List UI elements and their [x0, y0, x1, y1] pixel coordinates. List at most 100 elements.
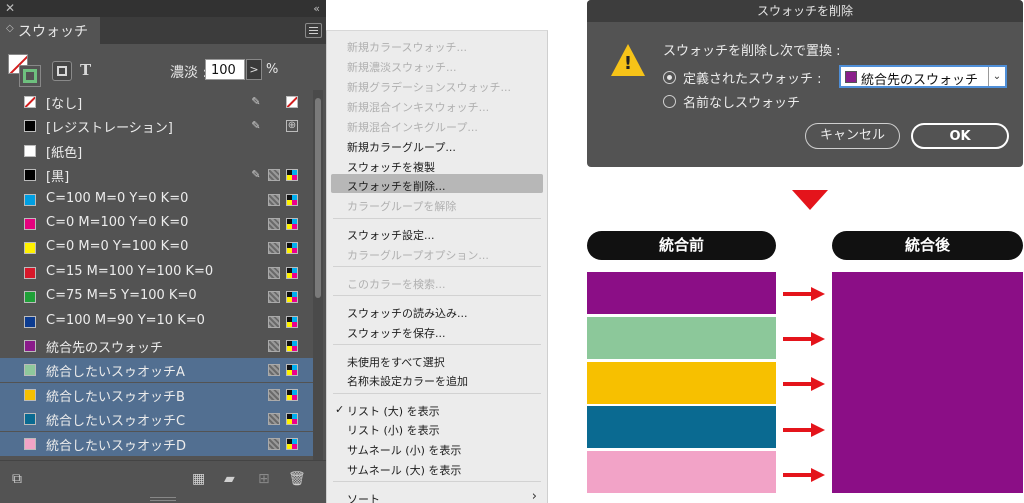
swatch-chip — [24, 291, 36, 304]
submenu-arrow-icon: › — [531, 489, 537, 503]
radio-unnamed-swatch[interactable] — [663, 95, 676, 108]
close-icon[interactable]: ✕ — [5, 0, 15, 17]
swatch-chip — [24, 364, 36, 377]
menu-item[interactable]: スウォッチの読み込み... — [347, 305, 468, 321]
down-arrow-icon — [792, 190, 828, 210]
dialog-title: スウォッチを削除 — [587, 0, 1023, 22]
menu-item[interactable]: スウォッチ設定... — [347, 227, 435, 243]
cmyk-icon — [286, 193, 298, 206]
menu-separator — [333, 266, 541, 267]
menu-item[interactable]: スウォッチを削除... — [347, 178, 446, 194]
menu-item: 新規濃淡スウォッチ... — [347, 61, 457, 74]
swatch-row[interactable]: [なし] ✎ — [0, 90, 313, 114]
swatch-name: C=100 M=0 Y=0 K=0 — [46, 190, 189, 206]
after-label: 統合後 — [832, 231, 1023, 260]
swatch-chip — [24, 144, 36, 157]
tint-stepper-button[interactable]: > — [246, 59, 262, 80]
trash-icon[interactable]: 🗑 — [288, 471, 306, 487]
fill-stroke-widget[interactable] — [8, 54, 42, 87]
ok-button[interactable]: OK — [911, 123, 1009, 149]
menu-item[interactable]: 未使用をすべて選択 — [347, 354, 445, 370]
panel-menu-button[interactable] — [305, 23, 322, 38]
swatch-row[interactable]: 統合したいスゥオッチC — [0, 407, 313, 432]
before-swatch-bar — [587, 316, 776, 359]
resize-grip[interactable] — [150, 497, 176, 501]
radio-defined-swatch-label[interactable]: 定義されたスウォッチ : — [683, 68, 822, 87]
menu-item: 新規カラースウォッチ... — [347, 41, 467, 54]
swatch-row[interactable]: C=100 M=0 Y=0 K=0 — [0, 188, 313, 212]
scrollbar-thumb[interactable] — [315, 98, 321, 298]
swatch-chip — [24, 242, 36, 255]
new-color-group-icon[interactable]: ▰ — [224, 471, 235, 487]
swatch-row[interactable]: C=15 M=100 Y=100 K=0 — [0, 261, 313, 285]
color-mode-icon — [268, 413, 280, 426]
tint-unit: % — [266, 62, 279, 77]
dialog-heading: スウォッチを削除し次で置換 : — [663, 44, 841, 59]
swatch-toolbar: T 濃淡 : 100 > % — [0, 48, 326, 90]
swatch-view-icon[interactable]: ▦ — [192, 471, 205, 487]
swatch-row[interactable]: 統合したいスゥオッチD — [0, 431, 313, 456]
swatch-chip — [24, 266, 36, 279]
swatch-name: C=0 M=0 Y=100 K=0 — [46, 239, 189, 255]
panel-tab-row: ◇ スウォッチ — [0, 17, 326, 44]
menu-item[interactable]: 名称未設定カラーを追加 — [347, 373, 468, 389]
swatch-name: [レジストレーション] — [46, 121, 173, 137]
menu-item[interactable]: サムネール (小) を表示 — [347, 442, 461, 458]
delete-swatch-dialog: スウォッチを削除 ! スウォッチを削除し次で置換 : 定義されたスウォッチ : … — [587, 0, 1023, 167]
color-mode-icon — [268, 218, 280, 230]
cancel-button[interactable]: キャンセル — [805, 123, 900, 149]
menu-item[interactable]: スウォッチを複製 — [347, 159, 435, 175]
panel-title-bar: ✕ « — [0, 0, 326, 17]
menu-item[interactable]: スウォッチを保存... — [347, 325, 446, 341]
swatch-name: 統合したいスゥオッチB — [46, 389, 185, 405]
menu-item[interactable]: リスト (小) を表示 — [347, 422, 440, 438]
radio-unnamed-swatch-label[interactable]: 名前なしスウォッチ — [683, 92, 800, 111]
color-mode-icon — [268, 242, 280, 255]
menu-separator — [333, 393, 541, 394]
menu-item: 新規グラデーションスウォッチ... — [347, 81, 512, 94]
swatch-row[interactable]: C=0 M=0 Y=100 K=0 — [0, 236, 313, 260]
color-mode-icon — [268, 315, 280, 328]
new-swatch-icon[interactable]: ⊞ — [258, 471, 270, 487]
swatch-row[interactable]: [レジストレーション] ✎ ⊕ — [0, 114, 313, 138]
swatch-name: [なし] — [46, 97, 83, 112]
swatch-chip — [24, 120, 36, 133]
tint-input[interactable]: 100 — [205, 59, 245, 80]
tab-swatches[interactable]: ◇ スウォッチ — [0, 17, 100, 44]
swatch-row[interactable]: 統合先のスウォッチ — [0, 334, 313, 358]
cmyk-icon — [286, 291, 298, 304]
menu-item[interactable]: サムネール (大) を表示 — [347, 462, 461, 478]
menu-separator — [333, 295, 541, 296]
collapse-icon[interactable]: « — [313, 0, 320, 17]
menu-item[interactable]: ソート — [347, 491, 380, 503]
color-mode-icon — [268, 340, 280, 352]
before-swatch-bar — [587, 451, 776, 494]
swatch-name: 統合したいスゥオッチD — [46, 438, 187, 454]
radio-defined-swatch[interactable] — [663, 71, 676, 84]
lock-icon: ✎ — [251, 95, 261, 108]
swatch-row[interactable]: [紙色] — [0, 139, 313, 163]
show-kinds-icon[interactable]: ⧉ — [12, 471, 22, 487]
swatch-row[interactable]: 統合したいスゥオッチA — [0, 358, 313, 383]
stroke-swatch-icon[interactable] — [19, 65, 41, 87]
swatch-list: [なし] ✎ [レジストレーション] ✎ ⊕ [紙色] [黒] ✎ C=100 M=0 Y=0 … — [0, 90, 313, 460]
swatch-row[interactable]: C=75 M=5 Y=100 K=0 — [0, 285, 313, 309]
menu-item[interactable]: 新規カラーグループ... — [347, 139, 456, 155]
swatch-list-scrollbar[interactable] — [313, 90, 323, 460]
chevron-down-icon[interactable]: ⌄ — [988, 67, 1005, 86]
registration-icon: ⊕ — [286, 120, 298, 133]
replacement-swatch-select[interactable]: 統合先のスウォッチ ⌄ — [839, 65, 1007, 88]
swatch-row[interactable]: C=0 M=100 Y=0 K=0 — [0, 212, 313, 236]
text-format-button[interactable]: T — [80, 61, 91, 79]
swatch-name: 統合先のスウォッチ — [46, 341, 164, 356]
container-format-button[interactable] — [52, 61, 72, 81]
swatch-row[interactable]: C=100 M=90 Y=10 K=0 — [0, 310, 313, 334]
color-mode-icon — [268, 364, 280, 377]
selected-swatch-chip — [845, 71, 857, 83]
cmyk-icon — [286, 315, 298, 328]
swatch-row[interactable]: [黒] ✎ — [0, 163, 313, 187]
swatch-row[interactable]: 統合したいスゥオッチB — [0, 382, 313, 407]
menu-item: 新規混合インキスウォッチ... — [347, 101, 490, 114]
menu-item: 新規混合インキグループ... — [347, 121, 478, 134]
menu-item[interactable]: リスト (大) を表示 — [347, 403, 440, 419]
